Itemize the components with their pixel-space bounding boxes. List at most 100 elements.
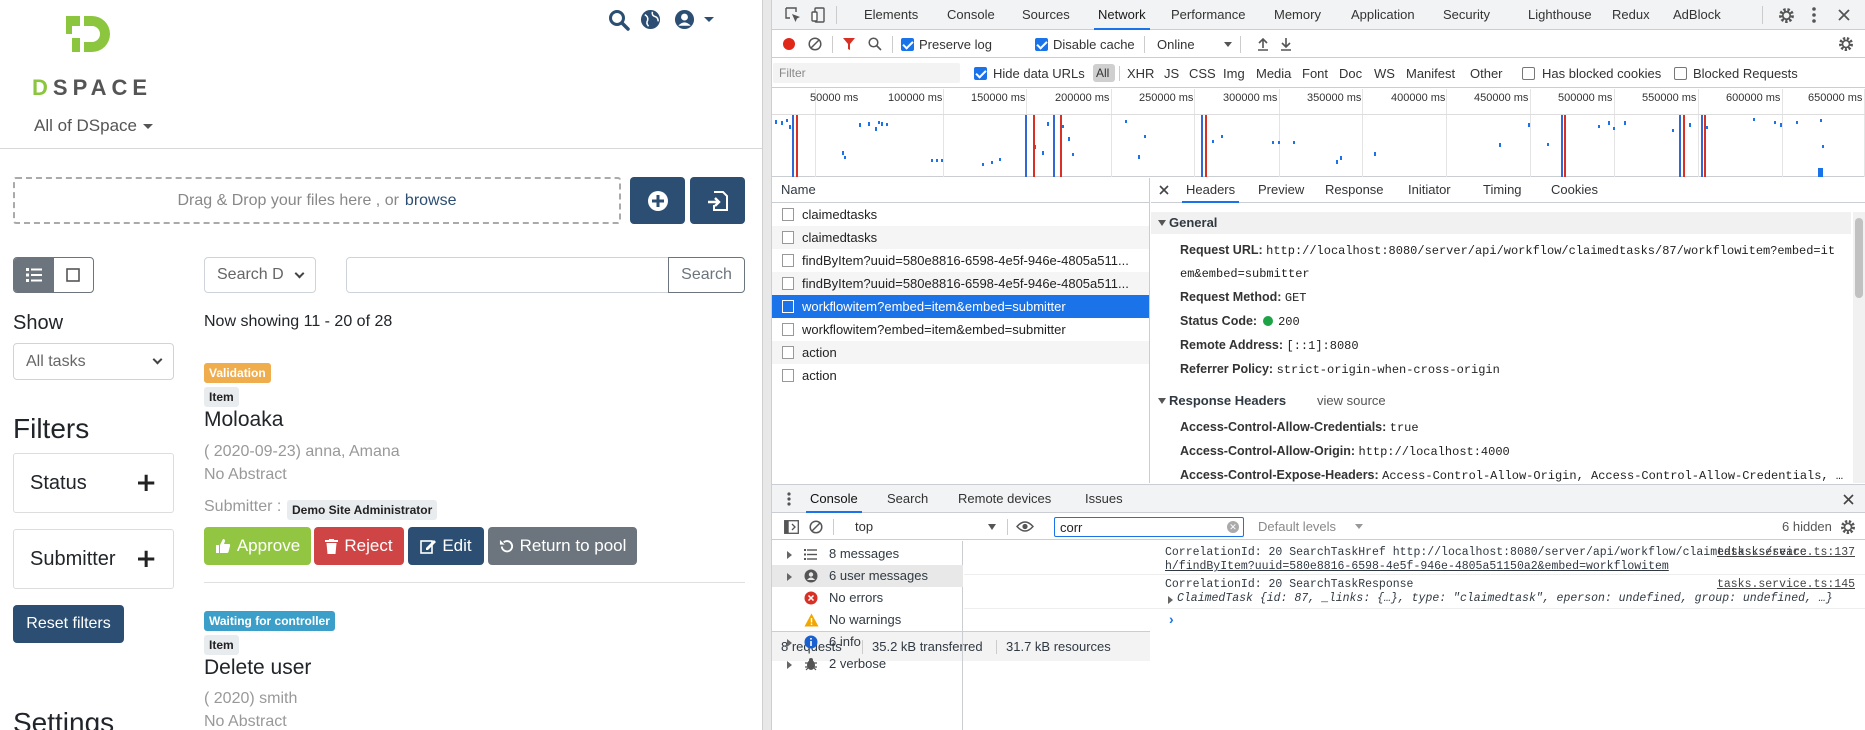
tab-network[interactable]: Network: [1094, 0, 1150, 30]
sidebar-item-messages[interactable]: 8 messages: [772, 543, 963, 565]
type-filter-media[interactable]: Media: [1256, 66, 1291, 81]
tab-redux[interactable]: Redux: [1612, 0, 1650, 30]
community-select[interactable]: All of DSpace: [34, 116, 153, 136]
search-icon[interactable]: [608, 9, 630, 31]
sidebar-item-verbose[interactable]: 2 verbose: [772, 653, 963, 675]
type-filter-css[interactable]: CSS: [1189, 66, 1216, 81]
sidebar-toggle-icon[interactable]: [784, 520, 799, 534]
type-filter-ws[interactable]: WS: [1374, 66, 1395, 81]
log-line[interactable]: CorrelationId: 20 SearchTaskHref http://…: [1165, 546, 1807, 559]
tab-cookies[interactable]: Cookies: [1551, 178, 1598, 203]
disable-cache-checkbox[interactable]: [1035, 38, 1048, 51]
execution-context-select[interactable]: top: [855, 519, 873, 534]
tab-timing[interactable]: Timing: [1483, 178, 1522, 203]
tab-lighthouse[interactable]: Lighthouse: [1528, 0, 1592, 30]
type-filter-js[interactable]: JS: [1164, 66, 1179, 81]
record-icon[interactable]: [782, 37, 796, 51]
search-input[interactable]: [346, 257, 669, 293]
panel-splitter[interactable]: [762, 0, 772, 730]
request-row[interactable]: findByItem?uuid=580e8816-6598-4e5f-946e-…: [772, 249, 1149, 272]
filter-input[interactable]: Filter: [773, 63, 960, 83]
add-submission-button[interactable]: [630, 177, 685, 224]
result-title[interactable]: Delete user: [204, 656, 311, 680]
close-icon[interactable]: [1159, 185, 1169, 195]
details-scrollbar[interactable]: [1853, 212, 1865, 483]
search-icon[interactable]: [868, 37, 882, 51]
drawer-tab-remote-devices[interactable]: Remote devices: [958, 485, 1051, 513]
close-icon[interactable]: [1838, 9, 1850, 21]
type-filter-manifest[interactable]: Manifest: [1406, 66, 1455, 81]
expand-object-icon[interactable]: [1168, 596, 1173, 604]
type-filter-other[interactable]: Other: [1470, 66, 1503, 81]
sidebar-item-user-messages[interactable]: 6 user messages: [772, 565, 963, 587]
type-filter-xhr[interactable]: XHR: [1127, 66, 1154, 81]
eye-icon[interactable]: [1016, 520, 1034, 533]
search-button[interactable]: Search: [668, 257, 745, 293]
tab-memory[interactable]: Memory: [1274, 0, 1321, 30]
response-headers-section-header[interactable]: Response Headers view source: [1151, 390, 1851, 412]
type-filter-doc[interactable]: Doc: [1339, 66, 1362, 81]
return-to-pool-button[interactable]: Return to pool: [488, 527, 637, 565]
type-filter-all[interactable]: All: [1093, 64, 1115, 82]
log-source-link[interactable]: tasks.service.ts:145: [1717, 578, 1855, 591]
console-settings-gear-icon[interactable]: [1840, 519, 1856, 535]
hide-data-urls-checkbox[interactable]: [974, 67, 987, 80]
request-row[interactable]: action: [772, 364, 1149, 387]
sidebar-item-errors[interactable]: No errors: [772, 587, 963, 609]
clear-filter-icon[interactable]: ✕: [1227, 521, 1239, 533]
clear-console-icon[interactable]: [809, 520, 823, 534]
browse-link[interactable]: browse: [405, 192, 457, 210]
approve-button[interactable]: Approve: [204, 527, 311, 565]
tab-application[interactable]: Application: [1351, 0, 1415, 30]
tab-adblock[interactable]: AdBlock: [1673, 0, 1721, 30]
drawer-tab-console[interactable]: Console: [806, 485, 862, 513]
tab-response[interactable]: Response: [1325, 178, 1384, 203]
close-drawer-icon[interactable]: [1843, 494, 1854, 505]
scrollbar-thumb[interactable]: [1855, 218, 1863, 298]
more-options-icon[interactable]: [1811, 6, 1817, 24]
drawer-menu-icon[interactable]: [786, 491, 792, 507]
view-source-link[interactable]: view source: [1317, 390, 1386, 412]
file-dropzone[interactable]: Drag & Drop your files here , or browse: [13, 177, 621, 224]
request-row[interactable]: claimedtasks: [772, 226, 1149, 249]
inspect-element-icon[interactable]: [785, 7, 801, 23]
device-toolbar-icon[interactable]: [811, 7, 827, 23]
console-prompt-icon[interactable]: ›: [1169, 611, 1174, 627]
blocked-requests-checkbox[interactable]: [1674, 67, 1687, 80]
tab-performance[interactable]: Performance: [1171, 0, 1245, 30]
drawer-tab-search[interactable]: Search: [887, 485, 928, 513]
reset-filters-button[interactable]: Reset filters: [13, 605, 124, 643]
type-filter-img[interactable]: Img: [1223, 66, 1245, 81]
import-button[interactable]: [690, 177, 745, 224]
request-row[interactable]: action: [772, 341, 1149, 364]
blocked-cookies-checkbox[interactable]: [1522, 67, 1535, 80]
result-title[interactable]: Moloaka: [204, 408, 283, 432]
throttling-select[interactable]: Online: [1157, 37, 1195, 52]
tab-security[interactable]: Security: [1443, 0, 1490, 30]
user-icon[interactable]: [674, 9, 695, 30]
tab-headers[interactable]: Headers: [1182, 178, 1240, 203]
drawer-tab-issues[interactable]: Issues: [1085, 485, 1123, 513]
column-header-name[interactable]: Name: [772, 178, 1149, 203]
filter-submitter[interactable]: Submitter +: [13, 529, 174, 589]
request-row[interactable]: findByItem?uuid=580e8816-6598-4e5f-946e-…: [772, 272, 1149, 295]
user-menu-caret-icon[interactable]: [704, 17, 714, 22]
edit-button[interactable]: Edit: [408, 527, 484, 565]
tab-sources[interactable]: Sources: [1022, 0, 1070, 30]
log-source-link[interactable]: tasks.service.ts:137: [1717, 546, 1855, 559]
network-overview-timeline[interactable]: 50000 ms 100000 ms 150000 ms 200000 ms 2…: [772, 89, 1865, 177]
console-filter-input[interactable]: corr ✕: [1054, 517, 1244, 537]
reject-button[interactable]: Reject: [314, 527, 404, 565]
tab-initiator[interactable]: Initiator: [1408, 178, 1451, 203]
globe-icon[interactable]: [640, 9, 661, 30]
show-select[interactable]: All tasks: [13, 343, 174, 380]
grid-view-button[interactable]: [54, 258, 94, 292]
export-har-icon[interactable]: [1280, 37, 1292, 51]
log-link-line[interactable]: h/findByItem?uuid=580e8816-6598-4e5f-946…: [1165, 560, 1669, 573]
clear-icon[interactable]: [808, 37, 822, 51]
log-levels-select[interactable]: Default levels: [1258, 519, 1336, 534]
search-scope-select[interactable]: Search D: [204, 257, 316, 293]
sidebar-item-info[interactable]: 6 info: [772, 631, 963, 653]
tab-console[interactable]: Console: [947, 0, 995, 30]
request-row[interactable]: workflowitem?embed=item&embed=submitter: [772, 318, 1149, 341]
